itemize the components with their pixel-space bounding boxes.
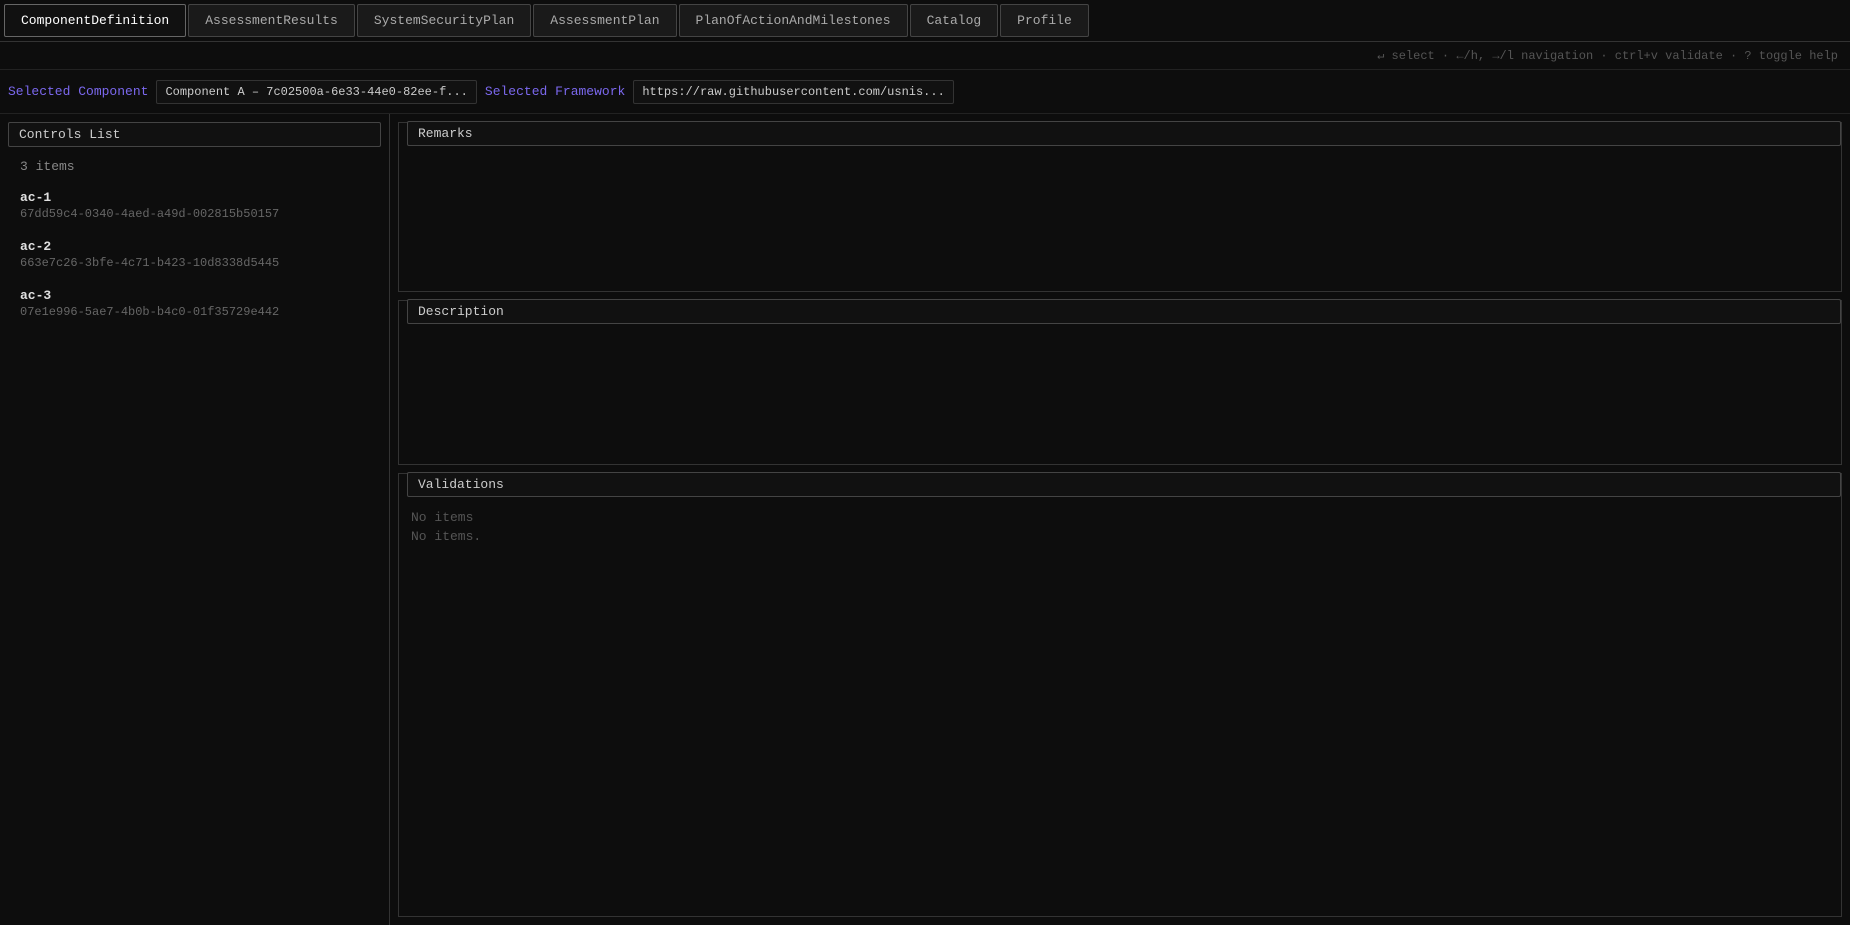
- control-id: ac-3: [20, 288, 369, 303]
- tab-system-security-plan[interactable]: SystemSecurityPlan: [357, 4, 531, 37]
- tab-component-definition[interactable]: ComponentDefinition: [4, 4, 186, 37]
- tab-assessment-plan[interactable]: AssessmentPlan: [533, 4, 676, 37]
- item-count: 3 items: [20, 159, 369, 174]
- description-section: Description: [398, 300, 1842, 465]
- tab-bar: ComponentDefinition AssessmentResults Sy…: [0, 0, 1850, 42]
- controls-list-content: 3 items ac-1 67dd59c4-0340-4aed-a49d-002…: [0, 147, 389, 925]
- main-content: Controls List 3 items ac-1 67dd59c4-0340…: [0, 114, 1850, 925]
- framework-value[interactable]: https://raw.githubusercontent.com/usnis.…: [633, 80, 953, 104]
- control-uuid: 67dd59c4-0340-4aed-a49d-002815b50157: [20, 207, 369, 221]
- controls-list-header: Controls List: [8, 122, 381, 147]
- no-items-2: No items.: [411, 529, 1829, 544]
- control-uuid: 663e7c26-3bfe-4c71-b423-10d8338d5445: [20, 256, 369, 270]
- hint-bar: ↵ select · ←/h, →/l navigation · ctrl+v …: [0, 42, 1850, 70]
- tab-profile[interactable]: Profile: [1000, 4, 1089, 37]
- framework-label: Selected Framework: [485, 84, 625, 99]
- tab-plan-of-action[interactable]: PlanOfActionAndMilestones: [679, 4, 908, 37]
- remarks-content[interactable]: [399, 147, 1841, 291]
- component-label: Selected Component: [8, 84, 148, 99]
- description-content[interactable]: [399, 325, 1841, 464]
- control-id: ac-1: [20, 190, 369, 205]
- right-panel: Remarks Description Validations No items…: [390, 114, 1850, 925]
- remarks-header: Remarks: [407, 121, 1841, 146]
- list-item[interactable]: ac-2 663e7c26-3bfe-4c71-b423-10d8338d544…: [20, 239, 369, 270]
- selection-bar: Selected Component Component A – 7c02500…: [0, 70, 1850, 114]
- component-value[interactable]: Component A – 7c02500a-6e33-44e0-82ee-f.…: [156, 80, 476, 104]
- control-id: ac-2: [20, 239, 369, 254]
- keyboard-hints: ↵ select · ←/h, →/l navigation · ctrl+v …: [1377, 48, 1838, 63]
- no-items-1: No items: [411, 510, 1829, 525]
- remarks-section: Remarks: [398, 122, 1842, 292]
- description-header: Description: [407, 299, 1841, 324]
- list-item[interactable]: ac-3 07e1e996-5ae7-4b0b-b4c0-01f35729e44…: [20, 288, 369, 319]
- validations-header: Validations: [407, 472, 1841, 497]
- controls-panel: Controls List 3 items ac-1 67dd59c4-0340…: [0, 114, 390, 925]
- validations-content: No items No items.: [399, 498, 1841, 916]
- tab-assessment-results[interactable]: AssessmentResults: [188, 4, 355, 37]
- list-item[interactable]: ac-1 67dd59c4-0340-4aed-a49d-002815b5015…: [20, 190, 369, 221]
- tab-catalog[interactable]: Catalog: [910, 4, 999, 37]
- control-uuid: 07e1e996-5ae7-4b0b-b4c0-01f35729e442: [20, 305, 369, 319]
- validations-section: Validations No items No items.: [398, 473, 1842, 917]
